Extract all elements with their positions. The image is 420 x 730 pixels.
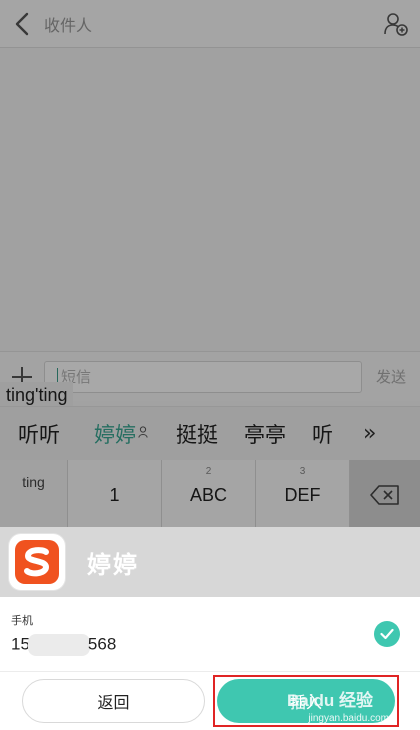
baidu-watermark-logo: Baidu 经验 bbox=[287, 691, 373, 710]
phone-suffix: 568 bbox=[87, 634, 117, 654]
redacted-digits bbox=[27, 634, 90, 656]
contact-picker-sheet: 婷婷 手机 15 568 返回 插入 Baidu 经验 jingyan.baidu… bbox=[0, 527, 420, 730]
phone-type-label: 手机 bbox=[11, 614, 33, 627]
baidu-watermark-url: jingyan.baidu.com bbox=[308, 713, 389, 724]
insert-button[interactable]: 插入 Baidu 经验 jingyan.baidu.com bbox=[217, 679, 395, 724]
highlight-box: 插入 Baidu 经验 jingyan.baidu.com bbox=[213, 675, 399, 727]
sogou-logo-icon bbox=[9, 534, 65, 590]
back-button[interactable]: 返回 bbox=[22, 679, 205, 723]
checkmark-icon[interactable] bbox=[374, 621, 400, 647]
phone-info: 手机 15 568 bbox=[11, 612, 374, 656]
contact-name: 婷婷 bbox=[87, 549, 139, 579]
sheet-header: 婷婷 bbox=[0, 527, 420, 597]
phone-number: 15 568 bbox=[11, 634, 116, 656]
sheet-actions: 返回 插入 Baidu 经验 jingyan.baidu.com bbox=[0, 672, 420, 730]
phone-entry[interactable]: 手机 15 568 bbox=[0, 597, 420, 672]
dim-overlay[interactable] bbox=[0, 0, 420, 527]
